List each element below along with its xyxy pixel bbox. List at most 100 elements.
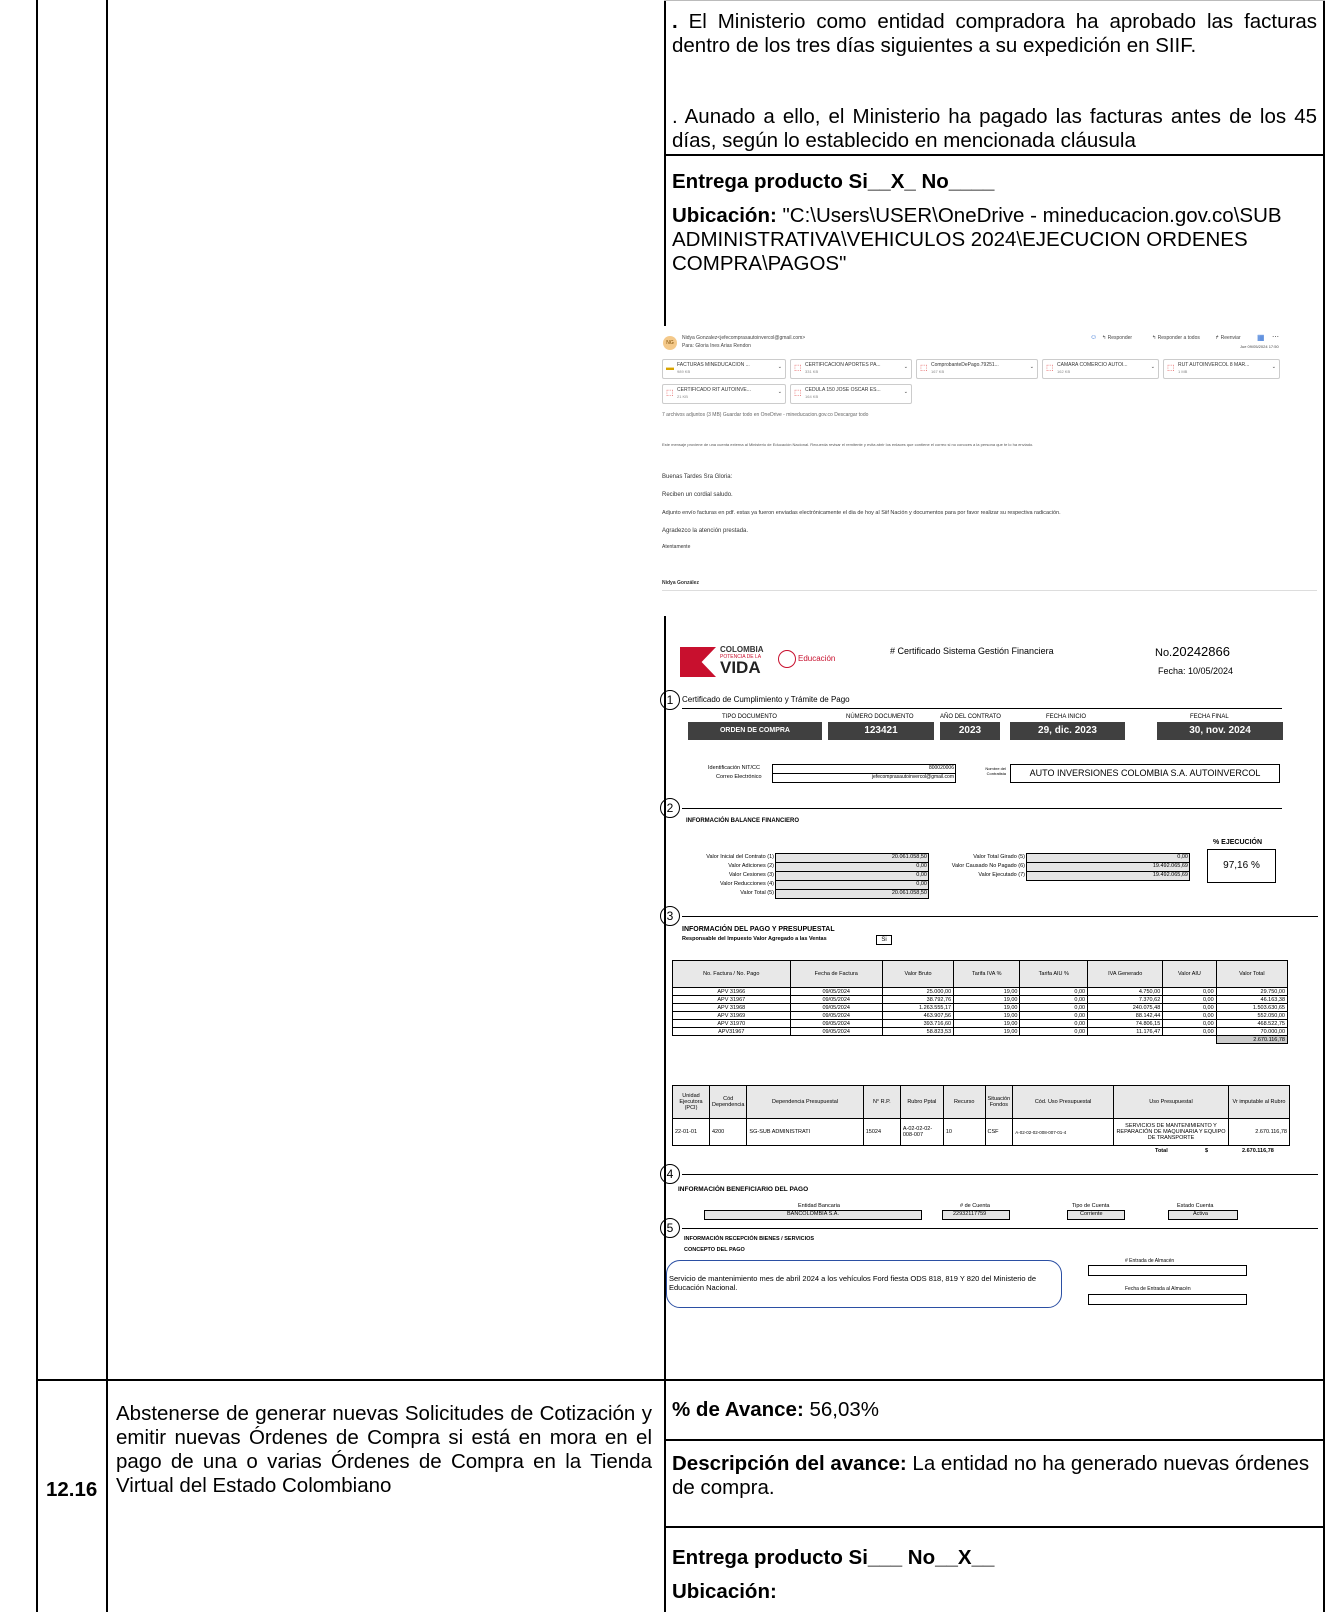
cert-number: No.20242866 [1155,644,1230,659]
inv-header-5: Tarifa AIU % [1019,960,1089,988]
invoice-cell: 19,00 [953,1027,1021,1036]
invoice-cell: 0,00 [1019,1019,1089,1028]
budget-cell-7: CSF [984,1118,1014,1146]
contratista-label: Nombre del Contratista [985,766,1006,776]
reply-all-button[interactable]: ↰ Responder a todos [1152,335,1200,341]
logo-educacion-text: Educación [798,654,836,663]
email-screenshot: NG Nidya Gonzalez<jefecomprasautoinverco… [660,326,1319,616]
attachment-5[interactable]: ⬚ RUT AUTOINVERCOL 8 MAR... 1 MB ⌄ [1163,359,1280,379]
invoice-cell: 0,00 [1019,995,1089,1004]
invoice-cell: 0,00 [1162,1027,1217,1036]
attachment-7[interactable]: ⬚ CEDULA 150 JOSE OSCAR ES... 164 KB ⌄ [790,384,912,404]
value-numero-documento: 123421 [828,722,934,740]
chevron-down-icon: ⌄ [777,389,782,395]
invoice-cell: 09/05/2024 [789,1019,883,1028]
ben-banco-value: BANCOLOMBIA S.A. [787,1211,839,1217]
invoice-cell: APV 31970 [672,1019,791,1028]
budget-header-9: Uso Presupuestal [1113,1085,1229,1119]
attachment-summary[interactable]: 7 archivos adjuntos (3 MB) Guardar todo … [662,412,868,418]
budget-cell-8: A-02-02-02-008-007-01-4 [1012,1118,1114,1146]
para-pago: . Aunado a ello, el Ministerio ha pagado… [672,105,1317,152]
email-signature: Nidya González [662,580,699,586]
attachment-4[interactable]: ⬚ CAMARA COMERCIO AUTOI... 162 KB ⌄ [1042,359,1159,379]
table-border-left [36,0,38,1612]
section-1-number: 1 [660,690,680,710]
invoice-cell: 1.263.555,17 [881,1003,955,1012]
ejecucion-label: % EJECUCIÓN [1213,839,1263,846]
avance-value: 56,03% [803,1398,880,1421]
invoice-cell: 25.000,00 [881,987,955,996]
correo-value: jefecomprasautoinvercol@gmail.com [871,774,954,780]
budget-header-8: Cód. Uso Presupuestal [1012,1085,1114,1119]
invoice-row: APV 31970 09/05/2024 393.716,60 19,00 0,00 74… [672,1019,1289,1028]
email-body-line-4: Agradezco la atención prestada. [662,528,749,534]
budget-cell-9: SERVICIOS DE MANTENIMIENTO Y REPARACIÓN … [1113,1118,1229,1146]
email-body-line-3: Adjunto envío facturas en pdf. estas ya … [662,510,1061,516]
inv-header-4: Tarifa IVA % [953,960,1021,988]
invoice-cell: 552.050,00 [1215,1011,1289,1020]
budget-header-4: N° R.P. [862,1085,901,1119]
row-number: 12.16 [46,1478,98,1501]
reply-button[interactable]: ↰ Responder [1102,335,1132,341]
para-aprobacion: . El Ministerio como entidad compradora … [672,10,1317,58]
ubicacion-prev: Ubicación: "C:\Users\USER\OneDrive - min… [672,204,1317,276]
invoice-total-row: 2.670.116,78 [673,1035,1289,1044]
invoice-total: 2.670.116,78 [1215,1035,1289,1044]
budget-cell-5: A-02-02-02-008-007 [899,1118,944,1146]
row-separator [36,1379,1325,1381]
chevron-down-icon: ⌄ [903,364,908,370]
cert-fecha: Fecha: 10/05/2024 [1158,666,1234,676]
bal-value-box-5: 20.061.058,50 [775,889,929,899]
table-border-col1 [106,0,108,1612]
attachment-5-name: RUT AUTOINVERCOL 8 MAR... [1178,362,1250,368]
attachment-1-name: FACTURAS MINEDUCACION ... [677,362,750,368]
email-from: Nidya Gonzalez<jefecomprasautoinvercol@g… [682,335,806,341]
attachment-2-name: CERTIFICACION APORTES PA... [805,362,881,368]
invoice-cell: 19,00 [953,1019,1021,1028]
section-3-rule [682,916,1318,917]
nit-value: 800020006 [928,765,954,771]
cert-title: # Certificado Sistema Gestión Financiera [890,646,1054,656]
more-icon[interactable]: ⋯ [1272,333,1279,341]
invoice-cell: 11.176,47 [1087,1027,1164,1036]
ben-cuenta-box: 22932117759 [942,1210,1010,1220]
grid-icon[interactable]: ▦ [1257,333,1265,342]
attachment-6[interactable]: ⬚ CERTIFICADO RIT AUTOINVE... 21 KB ⌄ [662,384,786,404]
section-2-rule [682,808,1282,809]
budget-cell-3: SG-SUB ADMINISTRATI [746,1118,864,1146]
attachment-1-size: 989 KB [677,369,691,374]
invoice-cell: 09/05/2024 [789,1003,883,1012]
budget-total-value: 2.670.116,78 [1242,1148,1274,1154]
attachment-2[interactable]: ⬚ CERTIFICACION APORTES PA... 331 KB ⌄ [790,359,912,379]
top-rule-right [664,0,1325,1]
rule-after-desc [664,1526,1325,1528]
ben-estado-box: Activa [1168,1210,1238,1220]
invoice-cell: APV 31966 [672,987,791,996]
attachment-3-size: 167 KB [931,369,945,374]
invoice-row: APV 31969 09/05/2024 463.907,56 19,00 0,00 88… [672,1011,1289,1020]
chevron-down-icon: ⌄ [1029,364,1034,370]
forward-button[interactable]: ↱ Reenviar [1215,335,1241,341]
section-3-number: 3 [660,906,680,926]
budget-header-3: Dependencia Presupuestal [746,1085,864,1119]
avance-label: % de Avance: [672,1398,804,1421]
attachment-1[interactable]: ▬ FACTURAS MINEDUCACION ... 989 KB ⌄ [662,359,786,379]
budget-cell-2: 4200 [708,1118,748,1146]
budget-header-5: Rubro Pptal [899,1085,944,1119]
section-4-number: 4 [660,1164,680,1184]
budget-header-7: Situación Fondos [984,1085,1014,1119]
avance: % de Avance: 56,03% [672,1398,879,1422]
entrada-almacen-box [1088,1265,1247,1276]
descripcion-avance: Descripción del avance: La entidad no ha… [672,1452,1317,1500]
external-warning: Este mensaje proviene de una cuenta exte… [662,442,1034,447]
chevron-down-icon: ⌄ [1271,364,1276,370]
nit-label: Identificación NIT/CC [708,765,760,771]
invoice-table: No. Factura / No. Pago Fecha de Factura … [672,960,1289,1044]
header-fecha-inicio: FECHA INICIO [1046,714,1087,720]
entrega-producto-prev: Entrega producto Si__X_ No____ [672,170,995,193]
attachment-3[interactable]: ⬚ ComprobanteDePago.79251... 167 KB ⌄ [916,359,1038,379]
iva-value: Si [876,935,892,945]
emoji-icon[interactable]: ☺ [1090,334,1097,341]
invoice-cell: 38.792,76 [881,995,955,1004]
budget-header-10: Vr imputable al Rubro [1228,1085,1290,1119]
